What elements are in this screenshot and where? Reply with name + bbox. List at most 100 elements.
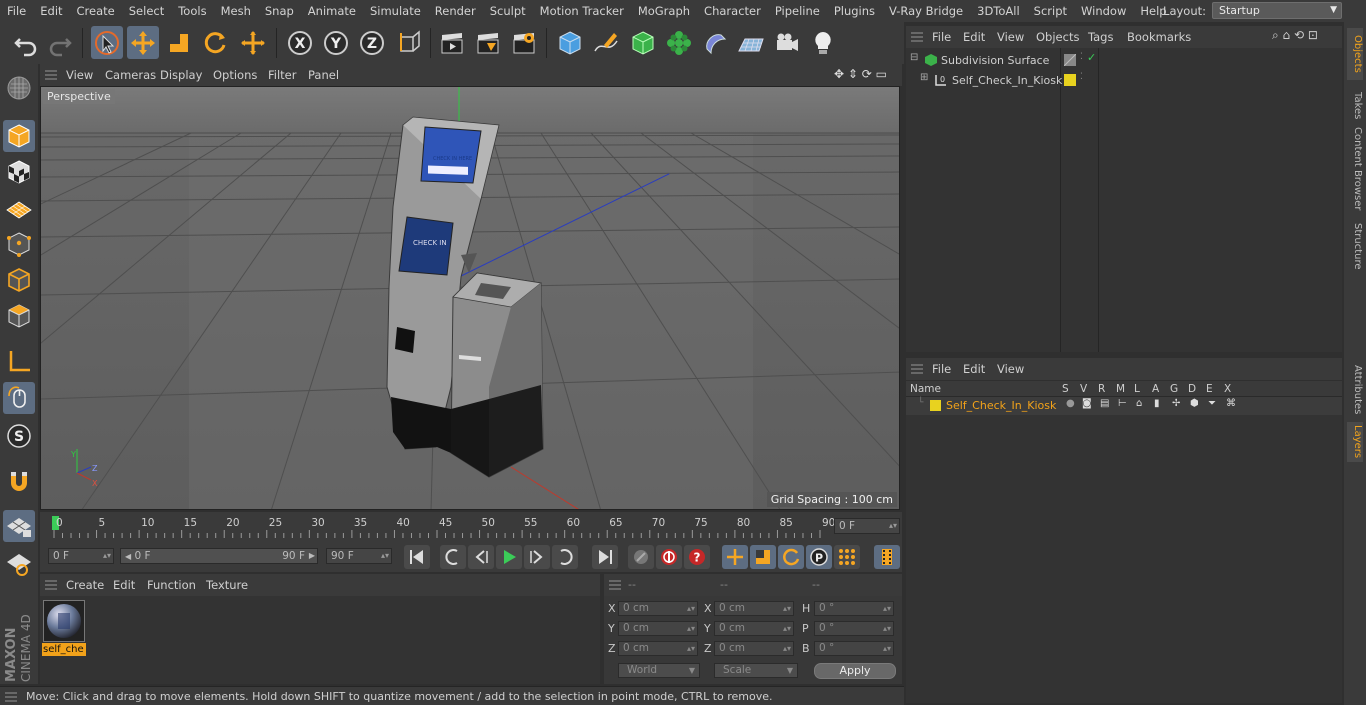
material-menu-function[interactable]: Function xyxy=(147,578,196,592)
menu-script[interactable]: Script xyxy=(1027,4,1074,18)
visibility-dots-icon[interactable]: ⁚ xyxy=(1080,72,1083,82)
live-selection-button[interactable] xyxy=(91,26,123,59)
visibility-dots-icon[interactable]: ⁚ xyxy=(1080,52,1083,62)
tab-structure[interactable]: Structure xyxy=(1347,218,1363,274)
object-menu-edit[interactable]: Edit xyxy=(963,30,985,44)
menu-snap[interactable]: Snap xyxy=(258,4,301,18)
add-light-button[interactable] xyxy=(807,26,839,59)
snap-button[interactable] xyxy=(3,466,35,498)
lock-x-axis-button[interactable]: X xyxy=(284,26,316,59)
end-frame-field[interactable]: 90 F ▴▾ xyxy=(326,548,392,564)
next-frame-button[interactable] xyxy=(524,545,550,569)
layer-menu-view[interactable]: View xyxy=(997,362,1024,376)
move-tool-button[interactable] xyxy=(127,26,159,59)
animation-film-icon[interactable]: ▮ xyxy=(1154,398,1160,409)
layout-select[interactable]: Startup ▼ xyxy=(1212,2,1342,19)
object-manager-nav-icons[interactable]: ⌕ ⌂ ⟲ ⊡ xyxy=(1272,28,1318,43)
layer-row[interactable]: └ Self_Check_In_Kiosk ● ◙ ▤ ⊢ ⌂ ▮ ✢ ⬢ ⏷ … xyxy=(906,397,1342,415)
tab-objects[interactable]: Objects xyxy=(1347,28,1363,80)
preview-range-slider[interactable]: ◀ 0 F 90 F ▶ xyxy=(120,548,318,564)
solo-button[interactable]: S xyxy=(3,420,35,452)
menu-render[interactable]: Render xyxy=(428,4,483,18)
add-deformer-button[interactable] xyxy=(699,26,731,59)
size-y-field[interactable]: 0 cm ▴▾ xyxy=(714,621,794,636)
timeline-window-button[interactable] xyxy=(874,545,900,569)
menu-window[interactable]: Window xyxy=(1074,4,1133,18)
position-y-field[interactable]: 0 cm ▴▾ xyxy=(618,621,698,636)
menu-sculpt[interactable]: Sculpt xyxy=(483,4,533,18)
layer-column-deformers[interactable]: D xyxy=(1188,383,1196,395)
locked-workplane-button[interactable] xyxy=(3,548,35,580)
previous-frame-button[interactable] xyxy=(468,545,494,569)
object-menu-objects[interactable]: Objects xyxy=(1036,30,1079,44)
layer-column-locked[interactable]: L xyxy=(1134,383,1140,395)
menu-motion-tracker[interactable]: Motion Tracker xyxy=(533,4,631,18)
tab-content-browser[interactable]: Content Browser xyxy=(1347,126,1363,212)
key-position-button[interactable] xyxy=(722,545,748,569)
tab-attributes[interactable]: Attributes xyxy=(1347,362,1363,418)
points-mode-button[interactable] xyxy=(3,228,35,260)
edges-mode-button[interactable] xyxy=(3,264,35,296)
position-x-field[interactable]: 0 cm ▴▾ xyxy=(618,601,698,616)
add-subdivision-surface-button[interactable] xyxy=(627,26,659,59)
enabled-checkmark-icon[interactable]: ✓ xyxy=(1087,51,1096,64)
size-x-field[interactable]: 0 cm ▴▾ xyxy=(714,601,794,616)
viewport-menu-view[interactable]: View xyxy=(66,68,93,82)
layer-column-view[interactable]: V xyxy=(1080,383,1087,395)
menu-mograph[interactable]: MoGraph xyxy=(631,4,697,18)
apply-button[interactable]: Apply xyxy=(814,663,896,679)
lock-y-axis-button[interactable]: Y xyxy=(320,26,352,59)
menu-vray-bridge[interactable]: V-Ray Bridge xyxy=(882,4,970,18)
current-frame-field[interactable]: 0 F ▴▾ xyxy=(834,518,900,534)
menu-create[interactable]: Create xyxy=(70,4,122,18)
layer-color-swatch[interactable] xyxy=(1064,74,1076,86)
tab-takes[interactable]: Takes xyxy=(1347,86,1363,126)
key-scale-button[interactable] xyxy=(750,545,776,569)
menu-file[interactable]: File xyxy=(0,4,33,18)
key-parameter-button[interactable]: P xyxy=(806,545,832,569)
add-spline-pen-button[interactable] xyxy=(590,26,622,59)
coordinate-system-button[interactable] xyxy=(393,26,425,59)
material-manager-area[interactable]: self_che xyxy=(40,596,600,684)
tree-collapse-icon[interactable]: ⊟ xyxy=(910,52,918,63)
position-z-field[interactable]: 0 cm ▴▾ xyxy=(618,641,698,656)
layer-column-name[interactable]: Name xyxy=(910,383,941,395)
add-floor-button[interactable] xyxy=(735,26,767,59)
material-name-label[interactable]: self_che xyxy=(42,643,86,656)
object-menu-file[interactable]: File xyxy=(932,30,951,44)
menu-simulate[interactable]: Simulate xyxy=(363,4,428,18)
texture-mode-button[interactable] xyxy=(3,156,35,188)
layer-column-generators[interactable]: G xyxy=(1170,383,1178,395)
layer-name[interactable]: Self_Check_In_Kiosk xyxy=(946,399,1056,412)
tweak-mode-button[interactable] xyxy=(3,382,35,414)
layer-column-animation[interactable]: A xyxy=(1152,383,1159,395)
xref-icon[interactable]: ⌘ xyxy=(1226,398,1236,409)
manager-tree-icon[interactable]: ⊢ xyxy=(1118,398,1127,409)
axis-mode-button[interactable] xyxy=(3,346,35,378)
tab-layers[interactable]: Layers xyxy=(1347,422,1363,462)
next-keyframe-button[interactable] xyxy=(552,545,578,569)
render-view-button[interactable] xyxy=(436,26,468,59)
lock-z-axis-button[interactable]: Z xyxy=(356,26,388,59)
menu-edit[interactable]: Edit xyxy=(33,4,69,18)
menu-tools[interactable]: Tools xyxy=(171,4,213,18)
object-menu-bookmarks[interactable]: Bookmarks xyxy=(1127,30,1191,44)
go-to-end-button[interactable] xyxy=(592,545,618,569)
viewport-menu-display[interactable]: Display xyxy=(160,68,202,82)
record-active-objects-button[interactable] xyxy=(628,545,654,569)
rotation-p-field[interactable]: 0 ° ▴▾ xyxy=(814,621,894,636)
object-row-self-check-in-kiosk[interactable]: ⊞ 0 Self_Check_In_Kiosk ⁚ xyxy=(906,70,1342,90)
render-to-picture-viewer-button[interactable] xyxy=(472,26,504,59)
autokeying-button[interactable] xyxy=(656,545,682,569)
render-settings-button[interactable] xyxy=(508,26,540,59)
coordinate-mode-dropdown[interactable]: World ▼ xyxy=(618,663,700,678)
layer-column-solo[interactable]: S xyxy=(1062,383,1069,395)
object-menu-tags[interactable]: Tags xyxy=(1088,30,1113,44)
previous-keyframe-button[interactable] xyxy=(440,545,466,569)
expression-icon[interactable]: ⏷ xyxy=(1208,398,1216,409)
rotation-h-field[interactable]: 0 ° ▴▾ xyxy=(814,601,894,616)
rotate-tool-button[interactable] xyxy=(199,26,231,59)
play-forward-button[interactable] xyxy=(496,545,522,569)
material-menu-texture[interactable]: Texture xyxy=(206,578,248,592)
layer-column-expressions[interactable]: E xyxy=(1206,383,1213,395)
